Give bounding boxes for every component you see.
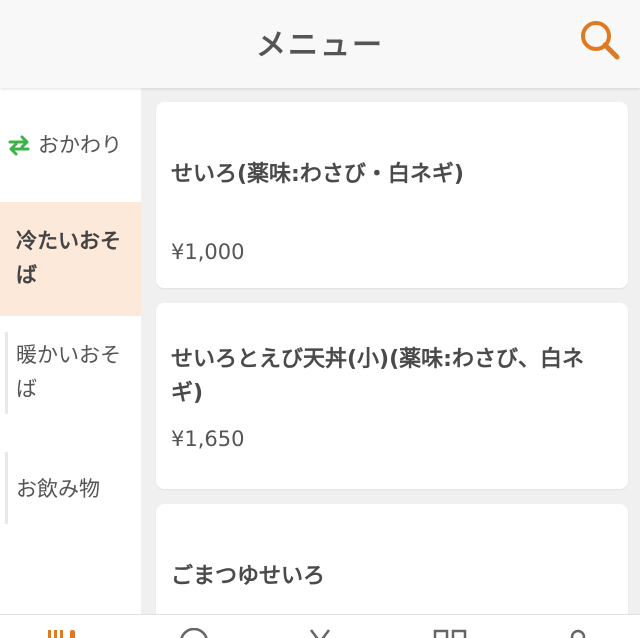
ordered-icon bbox=[310, 629, 330, 638]
history-icon bbox=[180, 627, 208, 638]
menu-icon bbox=[48, 630, 75, 638]
refresh-icon bbox=[8, 135, 30, 156]
menu-item-price: ¥1,000 bbox=[171, 240, 245, 264]
sidebar-divider bbox=[5, 332, 8, 414]
nav-tab-history[interactable] bbox=[176, 627, 212, 638]
menu-card[interactable]: せいろ(薬味:わさび・白ネギ) ¥1,000 bbox=[156, 102, 628, 288]
qr-code-icon bbox=[433, 629, 467, 638]
sidebar-item-warm-soba[interactable]: 暖かいおそば bbox=[0, 316, 141, 432]
page-title: メニュー bbox=[256, 28, 384, 63]
sidebar-item-cold-soba[interactable]: 冷たいおそば bbox=[0, 202, 141, 316]
menu-list: せいろ(薬味:わさび・白ネギ) ¥1,000 せいろとえび天丼(小)(薬味:わさ… bbox=[141, 88, 640, 614]
sidebar-item-refill[interactable]: おかわり bbox=[0, 88, 141, 202]
nav-tab-qr[interactable] bbox=[432, 627, 468, 638]
sidebar-divider bbox=[5, 452, 8, 524]
search-icon bbox=[581, 21, 620, 60]
menu-item-price: ¥1,650 bbox=[171, 427, 245, 451]
menu-item-name: ごまつゆせいろ bbox=[171, 564, 326, 589]
account-icon bbox=[570, 629, 586, 638]
app-header: メニュー bbox=[0, 0, 640, 88]
category-sidebar: おかわり 冷たいおそば 暖かいおそば お飲み物 bbox=[0, 88, 141, 614]
nav-tab-menu[interactable] bbox=[44, 627, 80, 638]
sidebar-item-label: おかわり bbox=[38, 133, 122, 157]
menu-item-name: せいろとえび天丼(小)(薬味:わさび、白ネギ) bbox=[171, 347, 584, 406]
search-button[interactable] bbox=[578, 18, 622, 62]
nav-tab-ordered[interactable] bbox=[302, 627, 338, 638]
sidebar-item-label: 暖かいおそば bbox=[16, 343, 121, 401]
sidebar-item-label: お飲み物 bbox=[16, 477, 100, 501]
sidebar-item-label: 冷たいおそば bbox=[16, 229, 121, 287]
menu-item-name: せいろ(薬味:わさび・白ネギ) bbox=[171, 162, 464, 187]
bottom-navigation bbox=[0, 614, 640, 638]
sidebar-item-drinks[interactable]: お飲み物 bbox=[0, 432, 141, 542]
menu-card[interactable]: せいろとえび天丼(小)(薬味:わさび、白ネギ) ¥1,650 bbox=[156, 303, 628, 489]
menu-card[interactable]: ごまつゆせいろ bbox=[156, 504, 628, 614]
nav-tab-account[interactable] bbox=[560, 627, 596, 638]
